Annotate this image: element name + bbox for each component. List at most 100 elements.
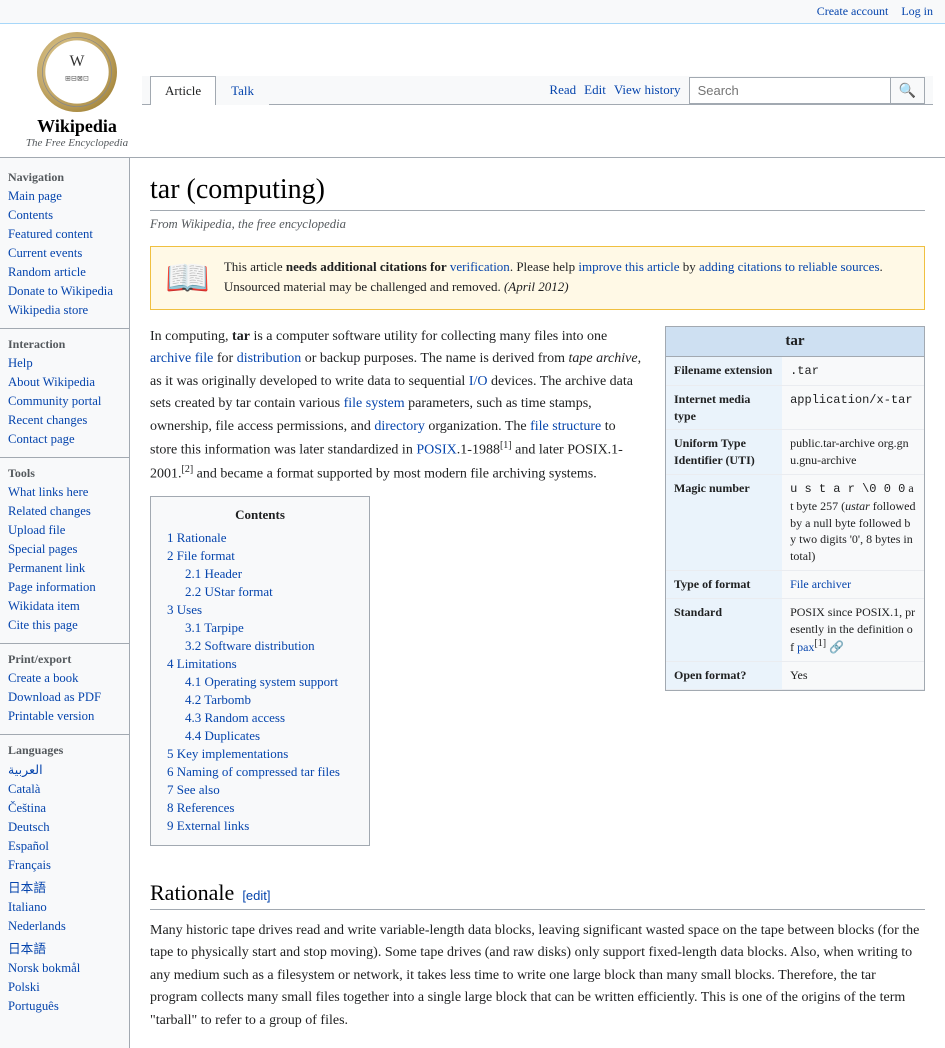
- toc-link-tarpipe[interactable]: 3.1 Tarpipe: [185, 620, 244, 635]
- toc-item-3-1: 3.1 Tarpipe: [185, 619, 353, 637]
- create-account-link[interactable]: Create account: [817, 4, 889, 18]
- tabs-right: Read Edit View history 🔍: [549, 76, 933, 104]
- sidebar-item-download-pdf[interactable]: Download as PDF: [0, 688, 129, 707]
- infobox-value-filename: .tar: [782, 357, 924, 385]
- sidebar-lang-deutsch[interactable]: Deutsch: [0, 818, 129, 837]
- sidebar-item-contact[interactable]: Contact page: [0, 430, 129, 449]
- toc-link-softdist[interactable]: 3.2 Software distribution: [185, 638, 315, 653]
- rationale-edit-link[interactable]: [edit]: [242, 888, 270, 903]
- sidebar-lang-japanese2[interactable]: 日本語: [0, 936, 129, 959]
- infobox-value-magic: u s t a r \0 0 0 at byte 257 (ustar foll…: [782, 475, 924, 570]
- sidebar-item-special-pages[interactable]: Special pages: [0, 540, 129, 559]
- sidebar-lang-norsk[interactable]: Norsk bokmål: [0, 959, 129, 978]
- sidebar-item-featured-content[interactable]: Featured content: [0, 225, 129, 244]
- sidebar-lang-polski[interactable]: Polski: [0, 978, 129, 997]
- sidebar-lang-catala[interactable]: Català: [0, 780, 129, 799]
- sidebar-item-what-links[interactable]: What links here: [0, 483, 129, 502]
- toc-link-uses[interactable]: 3 Uses: [167, 602, 202, 617]
- toc-link-keyimpl[interactable]: 5 Key implementations: [167, 746, 288, 761]
- toc-link-ustar[interactable]: 2.2 UStar format: [185, 584, 273, 599]
- toc-link-limitations[interactable]: 4 Limitations: [167, 656, 237, 671]
- print-section-title: Print/export: [0, 648, 129, 669]
- toc-link-ossupport[interactable]: 4.1 Operating system support: [185, 674, 338, 689]
- infobox-label-uti: Uniform Type Identifier (UTI): [666, 430, 782, 474]
- wikipedia-logo[interactable]: W ⊞⊟⊠⊡: [37, 32, 117, 112]
- sidebar-item-community-portal[interactable]: Community portal: [0, 392, 129, 411]
- sidebar-item-random-article[interactable]: Random article: [0, 263, 129, 282]
- filesystem-link[interactable]: file system: [344, 396, 405, 411]
- toc-link-references[interactable]: 8 References: [167, 800, 235, 815]
- sidebar-item-main-page[interactable]: Main page: [0, 187, 129, 206]
- sidebar-item-page-info[interactable]: Page information: [0, 578, 129, 597]
- adding-citations-link[interactable]: adding citations to reliable sources: [699, 259, 880, 274]
- log-in-link[interactable]: Log in: [901, 4, 933, 18]
- article-subtitle: From Wikipedia, the free encyclopedia: [150, 217, 925, 232]
- toc-link-tarbomb[interactable]: 4.2 Tarbomb: [185, 692, 251, 707]
- toc-link-rationale[interactable]: 1 Rationale: [167, 530, 227, 545]
- sidebar-lang-arabic[interactable]: العربية: [0, 760, 129, 780]
- sidebar-item-upload-file[interactable]: Upload file: [0, 521, 129, 540]
- search-button[interactable]: 🔍: [890, 78, 924, 103]
- directory-link[interactable]: directory: [374, 419, 425, 434]
- toc-sub-2: 2.1 Header 2.2 UStar format: [167, 565, 353, 601]
- improve-article-link[interactable]: improve this article: [578, 259, 679, 274]
- sidebar-item-contents[interactable]: Contents: [0, 206, 129, 225]
- search-input[interactable]: [690, 79, 890, 102]
- infobox-label-filename: Filename extension: [666, 357, 782, 385]
- warning-text: This article needs additional citations …: [224, 257, 910, 296]
- sidebar-lang-francais[interactable]: Français: [0, 856, 129, 875]
- tab-article[interactable]: Article: [150, 76, 216, 105]
- file-structure-link[interactable]: file structure: [530, 419, 601, 434]
- tab-talk[interactable]: Talk: [216, 76, 269, 105]
- rationale-section: Rationale [edit] Many historic tape driv…: [150, 880, 925, 1032]
- toc-link-duplicates[interactable]: 4.4 Duplicates: [185, 728, 260, 743]
- toc-link-randomaccess[interactable]: 4.3 Random access: [185, 710, 285, 725]
- toc-item-8: 8 References: [167, 799, 353, 817]
- sidebar-lang-espanol[interactable]: Español: [0, 837, 129, 856]
- sidebar-lang-italiano[interactable]: Italiano: [0, 898, 129, 917]
- sidebar-item-recent-changes[interactable]: Recent changes: [0, 411, 129, 430]
- article: tar (computing) From Wikipedia, the free…: [130, 158, 945, 1048]
- toc-link-extlinks[interactable]: 9 External links: [167, 818, 249, 833]
- sidebar-item-related-changes[interactable]: Related changes: [0, 502, 129, 521]
- tab-read[interactable]: Read: [549, 82, 576, 98]
- toc-sub-4: 4.1 Operating system support 4.2 Tarbomb…: [167, 673, 353, 745]
- sidebar-item-wikidata[interactable]: Wikidata item: [0, 597, 129, 616]
- toc-sub-3: 3.1 Tarpipe 3.2 Software distribution: [167, 619, 353, 655]
- sidebar-lang-czech[interactable]: Čeština: [0, 799, 129, 818]
- sidebar-item-donate[interactable]: Donate to Wikipedia: [0, 282, 129, 301]
- posix-link[interactable]: POSIX: [416, 443, 456, 458]
- sidebar-item-cite[interactable]: Cite this page: [0, 616, 129, 635]
- distribution-link[interactable]: distribution: [237, 351, 302, 366]
- toc-link-naming[interactable]: 6 Naming of compressed tar files: [167, 764, 340, 779]
- io-link[interactable]: I/O: [469, 374, 488, 389]
- verification-link[interactable]: verification: [450, 259, 510, 274]
- sidebar-item-about[interactable]: About Wikipedia: [0, 373, 129, 392]
- sidebar-divider-4: [0, 734, 129, 735]
- tab-view-history[interactable]: View history: [614, 82, 681, 98]
- svg-text:⊞⊟⊠⊡: ⊞⊟⊠⊡: [65, 75, 89, 83]
- sidebar-languages: Languages العربية Català Čeština Deutsch…: [0, 739, 129, 1016]
- sidebar-item-current-events[interactable]: Current events: [0, 244, 129, 263]
- sidebar-item-help[interactable]: Help: [0, 354, 129, 373]
- toc-item-4-1: 4.1 Operating system support: [185, 673, 353, 691]
- sidebar-item-store[interactable]: Wikipedia store: [0, 301, 129, 320]
- file-archiver-link[interactable]: File archiver: [790, 577, 851, 591]
- sidebar-lang-dutch[interactable]: Nederlands: [0, 917, 129, 936]
- sidebar-lang-japanese[interactable]: 日本語: [0, 875, 129, 898]
- sidebar-item-printable[interactable]: Printable version: [0, 707, 129, 726]
- toc-link-fileformat[interactable]: 2 File format: [167, 548, 235, 563]
- toc-link-seealso[interactable]: 7 See also: [167, 782, 220, 797]
- sidebar-item-permanent-link[interactable]: Permanent link: [0, 559, 129, 578]
- warning-box: 📖 This article needs additional citation…: [150, 246, 925, 310]
- tab-edit[interactable]: Edit: [584, 82, 606, 98]
- archive-file-link[interactable]: archive file: [150, 351, 213, 366]
- pax-link[interactable]: pax: [797, 640, 814, 654]
- toc-link-header[interactable]: 2.1 Header: [185, 566, 242, 581]
- top-bar: Create account Log in: [0, 0, 945, 24]
- sidebar: Navigation Main page Contents Featured c…: [0, 158, 130, 1048]
- toc-item-3: 3 Uses: [167, 601, 353, 619]
- sidebar-item-create-book[interactable]: Create a book: [0, 669, 129, 688]
- infobox-value-type: File archiver: [782, 571, 924, 598]
- sidebar-lang-portugues[interactable]: Português: [0, 997, 129, 1016]
